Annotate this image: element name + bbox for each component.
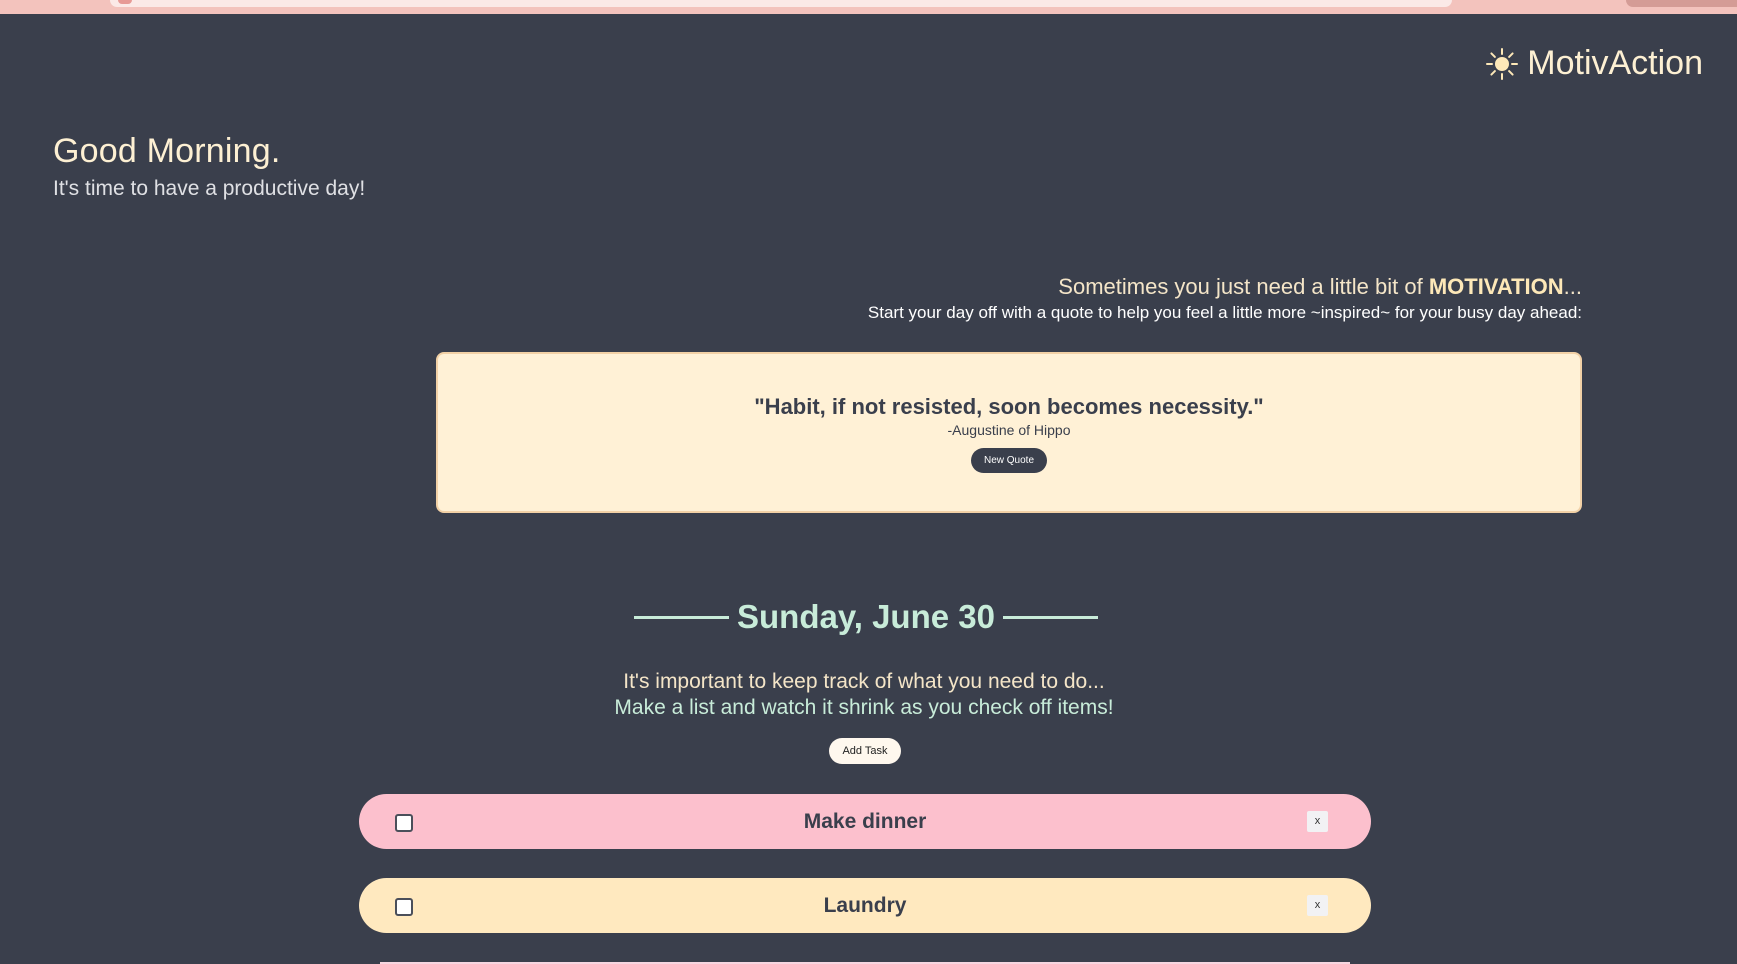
motivation-lead: Sometimes you just need a little bit of … (868, 274, 1582, 300)
task-label: Laundry (823, 893, 907, 917)
date-label: Sunday, June 30 (737, 598, 995, 635)
browser-button[interactable] (1626, 0, 1737, 7)
greeting-title: Good Morning. (53, 132, 281, 170)
add-task-button[interactable]: Add Task (829, 738, 901, 764)
date-rule-right (1002, 615, 1098, 619)
motivation-ellipsis: ... (1563, 274, 1582, 299)
date-heading: Sunday, June 30 (634, 598, 1098, 636)
motivation-lead-text: Sometimes you just need a little bit of (1058, 274, 1429, 299)
task-delete-button[interactable]: x (1307, 811, 1328, 832)
task-item: Laundry x (359, 878, 1371, 933)
date-rule-left (634, 615, 729, 619)
sun-icon (1485, 47, 1519, 81)
task-label: Make dinner (803, 809, 927, 833)
motivation-subtitle: Start your day off with a quote to help … (867, 303, 1582, 322)
task-delete-button[interactable]: x (1307, 895, 1328, 916)
quote-text: "Habit, if not resisted, soon becomes ne… (754, 394, 1264, 419)
task-checkbox[interactable] (395, 814, 413, 832)
motivation-header: Sometimes you just need a little bit of … (868, 274, 1582, 323)
greeting: Good Morning. It's time to have a produc… (53, 132, 365, 201)
todo-intro: It's important to keep track of what you… (532, 670, 1196, 720)
quote-author: -Augustine of Hippo (947, 422, 1071, 438)
motivation-emphasis: MOTIVATION (1428, 274, 1564, 299)
browser-top-strip (0, 0, 1737, 14)
brand: MotivAction (1485, 44, 1703, 83)
quote-card: "Habit, if not resisted, soon becomes ne… (436, 352, 1582, 513)
task-checkbox[interactable] (395, 898, 413, 916)
address-bar-icon (118, 0, 132, 4)
brand-name: MotivAction (1527, 44, 1703, 82)
todo-intro-line1: It's important to keep track of what you… (623, 670, 1105, 693)
address-bar[interactable] (110, 0, 1452, 7)
task-item: Make dinner x (359, 794, 1371, 849)
greeting-subtitle: It's time to have a productive day! (53, 177, 366, 200)
new-quote-button[interactable]: New Quote (970, 448, 1048, 473)
todo-intro-line2: Make a list and watch it shrink as you c… (614, 696, 1114, 719)
